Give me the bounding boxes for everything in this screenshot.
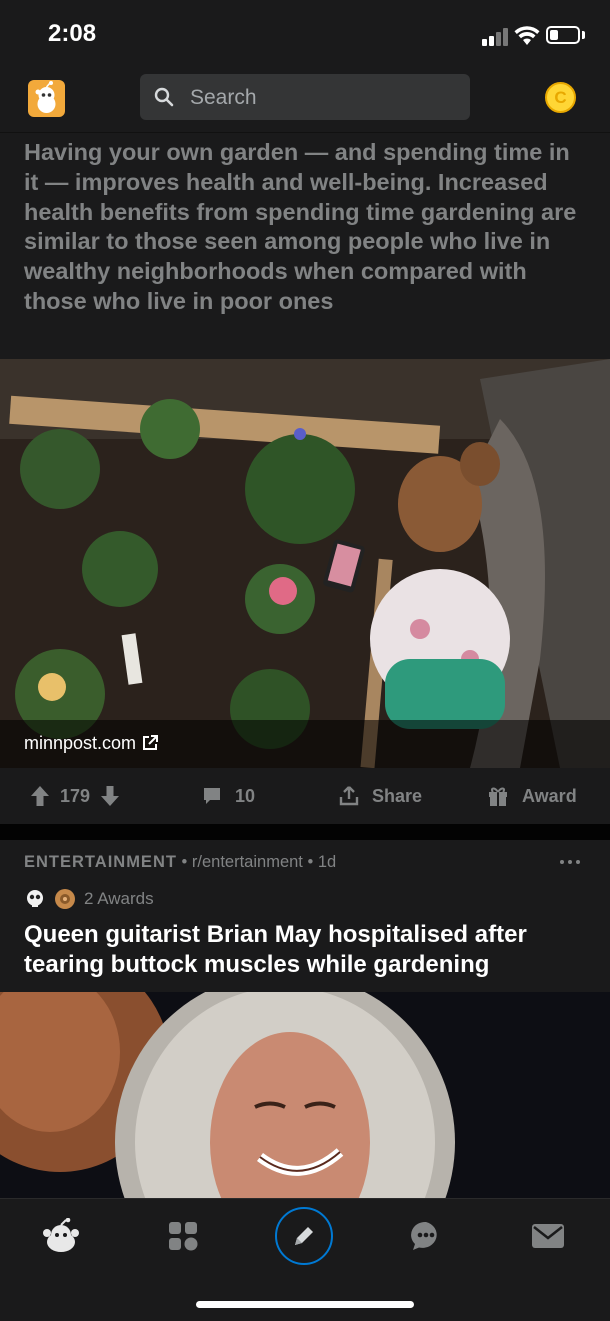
awards-count: 2 Awards [84,889,154,908]
external-link-icon [143,735,159,750]
post-age: 1d [317,853,337,871]
wifi-icon [514,26,540,45]
post-image[interactable] [0,992,610,1198]
link-domain[interactable]: minnpost.com [24,733,159,754]
status-time: 2:08 [48,20,97,47]
upvote-arrow-icon[interactable] [30,785,50,807]
vote-count: 179 [60,785,91,806]
skull-award-icon [27,890,43,907]
share-icon [339,786,359,806]
comment-bubble-icon [204,788,220,804]
share-button[interactable]: Share [338,768,422,824]
post-title[interactable]: Queen guitarist Brian May hospitalised a… [24,920,594,980]
award-button[interactable]: Award [487,768,577,824]
more-options-button[interactable] [560,860,584,868]
coin-icon: C [554,88,567,107]
award-label: Award [522,785,577,806]
comment-count: 10 [235,785,256,806]
gift-icon [489,787,507,806]
snoo-home-icon [43,1218,79,1252]
cellular-signal-icon [482,28,512,46]
tab-home[interactable] [31,1211,91,1261]
home-indicator [196,1301,414,1308]
vote-group: 179 [30,768,120,824]
subreddit-name[interactable]: r/entertainment [192,853,303,871]
post-separator [0,824,610,840]
app-header: C [0,70,610,133]
search-input[interactable] [188,74,462,122]
pencil-create-icon [295,1227,313,1245]
post-link-image[interactable]: minnpost.com [0,359,610,768]
tab-chat[interactable] [396,1211,456,1261]
awards-row[interactable]: 2 Awards [24,886,154,912]
status-bar: 2:08 [0,0,610,70]
subreddit-flair[interactable]: ENTERTAINMENT [24,853,177,871]
tab-create-post[interactable] [275,1207,333,1265]
chat-bubble-icon [411,1221,437,1250]
search-bar[interactable] [140,74,470,122]
user-avatar-button[interactable] [28,80,65,117]
battery-icon [546,26,580,44]
garden-photo-icon [0,359,610,768]
envelope-inbox-icon [532,1224,564,1248]
battery-nub [582,31,585,39]
snoo-avatar-icon [35,81,56,113]
link-domain-text: minnpost.com [24,733,137,753]
link-domain-bar[interactable]: minnpost.com [0,720,610,768]
search-icon [154,87,174,107]
share-label: Share [372,785,423,806]
post-meta: ENTERTAINMENT • r/entertainment • 1d [24,853,337,871]
comments-button[interactable]: 10 [202,768,255,824]
brian-may-photo-icon [0,992,610,1198]
coins-button[interactable]: C [545,82,576,113]
communities-grid-icon [169,1222,198,1251]
tab-communities[interactable] [153,1211,213,1261]
downvote-arrow-icon[interactable] [100,785,120,807]
snail-award-icon [55,889,75,909]
tab-inbox[interactable] [518,1211,578,1261]
post-selftext[interactable]: Having your own garden — and spending ti… [24,138,584,317]
post-action-bar: 179 10 Share Award [0,768,610,824]
